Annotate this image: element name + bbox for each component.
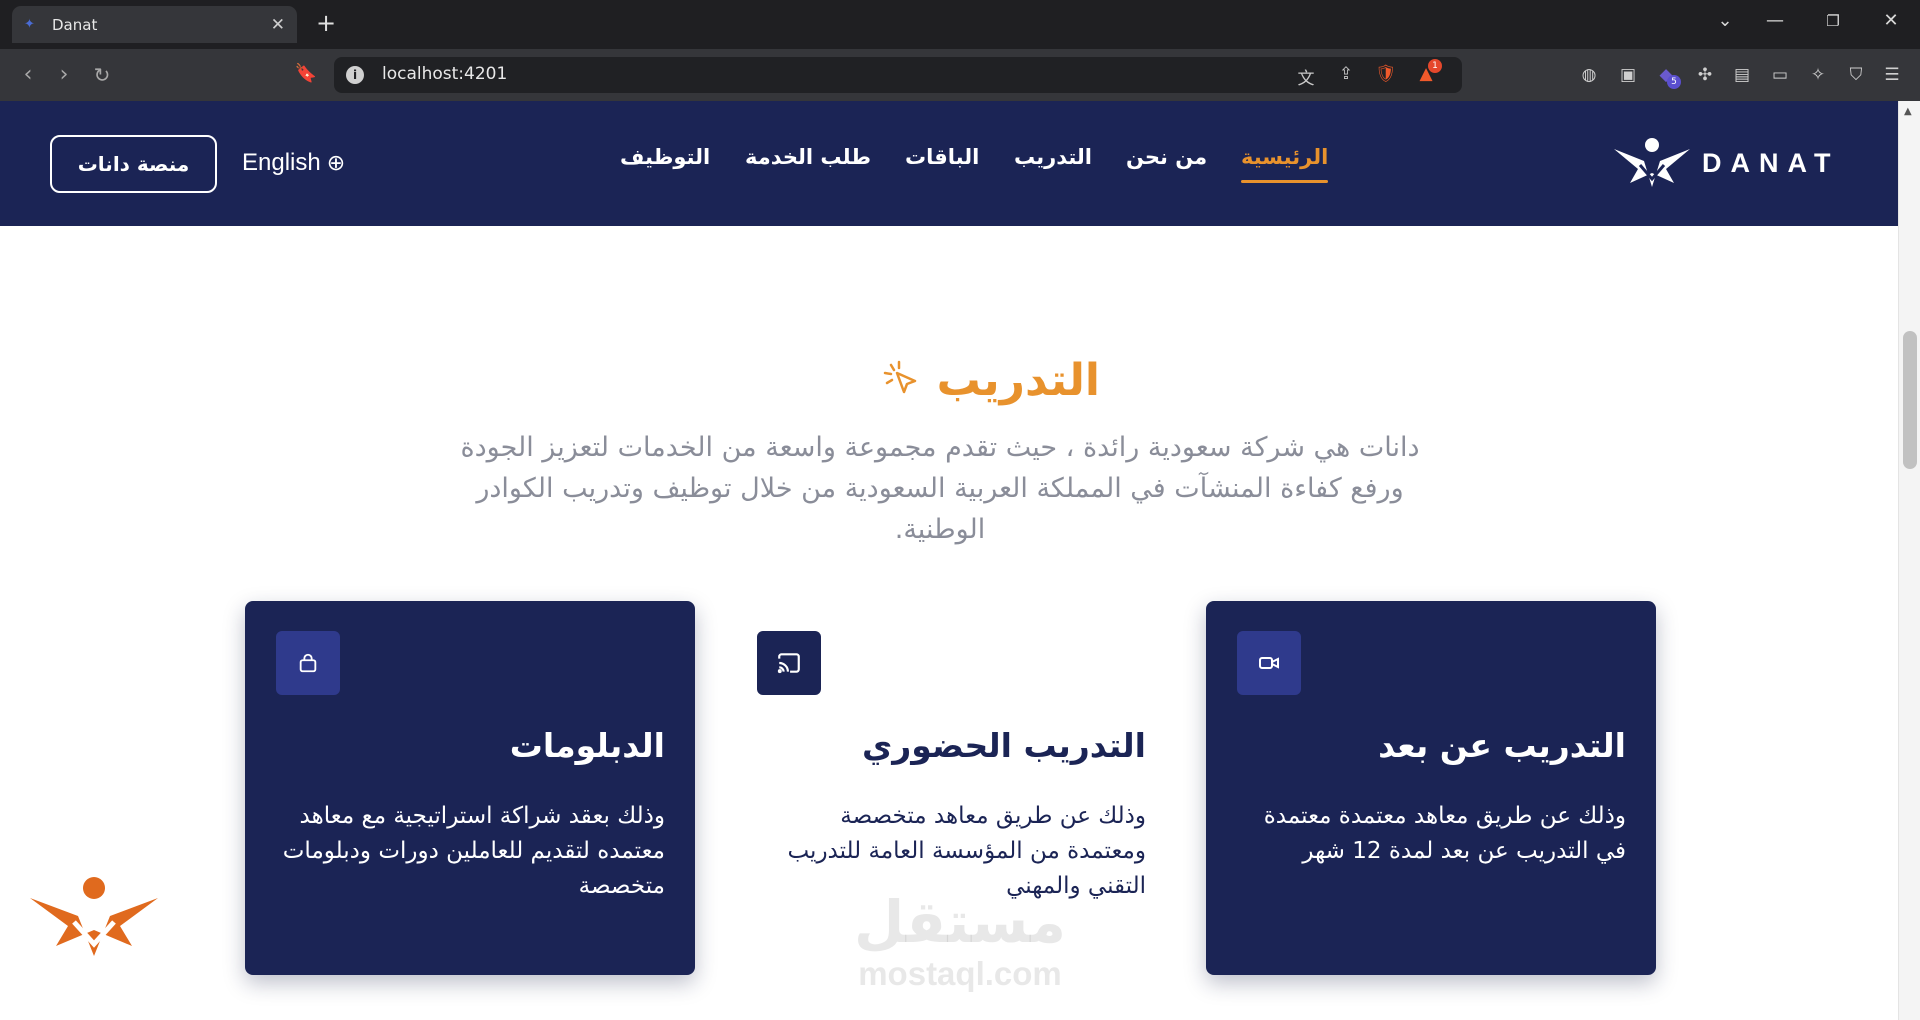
section-intro: دانات هي شركة سعودية رائدة ، حيث تقدم مج…	[460, 432, 1420, 545]
menu-icon[interactable]: ☰	[1880, 63, 1904, 87]
site-favicon-icon: ✦	[24, 16, 35, 32]
nav-about[interactable]: من نحن	[1126, 145, 1207, 169]
nav-packages[interactable]: الباقات	[905, 145, 979, 169]
close-tab-icon[interactable]: ✕	[271, 15, 285, 35]
mostaql-watermark: مستقل mostaql.com	[840, 890, 1080, 1005]
close-window-button[interactable]: ✕	[1876, 10, 1906, 31]
language-switch[interactable]: English ⊕	[242, 149, 345, 177]
page-scrollbar-track[interactable]	[1898, 101, 1920, 1020]
floating-danat-logo-icon[interactable]	[28, 874, 160, 960]
card-remote-training[interactable]: التدريب عن بعد وذلك عن طريق معاهد معتمدة…	[1206, 601, 1656, 975]
restore-window-button[interactable]: ❐	[1818, 12, 1848, 30]
nav-careers[interactable]: التوظيف	[620, 145, 710, 169]
vpn-shield-icon[interactable]: ⛉	[1844, 63, 1868, 87]
extension-badge-count: 5	[1667, 75, 1681, 89]
watermark-latin: mostaql.com	[858, 955, 1062, 992]
minimize-window-button[interactable]: —	[1760, 10, 1790, 31]
danat-logo[interactable]: DANAT	[1610, 135, 1840, 191]
site-info-icon[interactable]: i	[346, 66, 364, 84]
browser-tab-bar: ✦ Danat ✕ + ⌄ — ❐ ✕	[0, 0, 1920, 49]
translate-icon[interactable]: 文	[1294, 64, 1318, 89]
address-bar[interactable]: i localhost:4201 文 ⇪ 🛡 ▲ 1	[334, 57, 1462, 93]
nav-service-request[interactable]: طلب الخدمة	[745, 145, 871, 169]
shopping-bag-icon	[276, 631, 340, 695]
browser-tab[interactable]: ✦ Danat ✕	[12, 6, 297, 43]
nav-home[interactable]: الرئيسية	[1241, 145, 1329, 183]
extensions-puzzle-icon[interactable]: ✣	[1693, 63, 1717, 87]
language-label: English	[242, 149, 321, 176]
wallet-icon[interactable]: ▭	[1768, 63, 1792, 87]
site-header: DANAT الرئيسية من نحن التدريب الباقات طل…	[0, 101, 1898, 226]
forward-button[interactable]: ›	[50, 62, 78, 88]
cursor-click-icon	[883, 360, 916, 394]
extension-badge-icon[interactable]: ◆ 5	[1654, 63, 1681, 89]
url-text: localhost:4201	[382, 64, 508, 84]
card-title: التدريب الحضوري	[862, 726, 1146, 765]
card-description: وذلك بعقد شراكة استراتيجية مع معاهد معتم…	[282, 803, 665, 899]
back-button[interactable]: ‹	[14, 62, 42, 88]
section-title: التدريب	[800, 350, 1100, 410]
section-title-text: التدريب	[936, 354, 1100, 406]
brave-shields-icon[interactable]: 🛡	[1374, 64, 1398, 86]
video-camera-icon	[1237, 631, 1301, 695]
cast-icon	[757, 631, 821, 695]
brave-rewards-icon[interactable]: ▲ 1	[1414, 59, 1442, 86]
vpn-globe-icon[interactable]: ◍	[1577, 63, 1601, 87]
new-tab-button[interactable]: +	[313, 10, 339, 36]
watermark-arabic: مستقل	[853, 888, 1067, 956]
logo-text: DANAT	[1702, 147, 1840, 178]
nav-training[interactable]: التدريب	[1014, 145, 1092, 169]
tab-title: Danat	[52, 15, 98, 34]
platform-button[interactable]: منصة دانات	[50, 135, 217, 193]
tab-search-icon[interactable]: ⌄	[1710, 10, 1740, 31]
sidebar-toggle-icon[interactable]: ▤	[1730, 63, 1754, 87]
globe-icon: ⊕	[326, 150, 346, 175]
reload-button[interactable]: ↻	[88, 62, 116, 88]
page-scrollbar-thumb[interactable]	[1903, 331, 1917, 469]
rewards-badge: 1	[1428, 59, 1442, 73]
bookmark-icon[interactable]: 🔖	[294, 63, 318, 87]
camera-extension-icon[interactable]: ▣	[1616, 63, 1640, 87]
card-title: التدريب عن بعد	[1378, 726, 1626, 765]
scroll-up-arrow-icon[interactable]: ▲	[1904, 106, 1912, 117]
card-description: وذلك عن طريق معاهد معتمدة معتمدة في التد…	[1263, 803, 1626, 864]
card-diplomas[interactable]: الدبلومات وذلك بعقد شراكة استراتيجية مع …	[245, 601, 695, 975]
leo-ai-icon[interactable]: ✧	[1806, 63, 1830, 87]
danat-logo-icon	[1614, 138, 1690, 187]
card-title: الدبلومات	[509, 726, 665, 765]
share-icon[interactable]: ⇪	[1334, 64, 1358, 86]
